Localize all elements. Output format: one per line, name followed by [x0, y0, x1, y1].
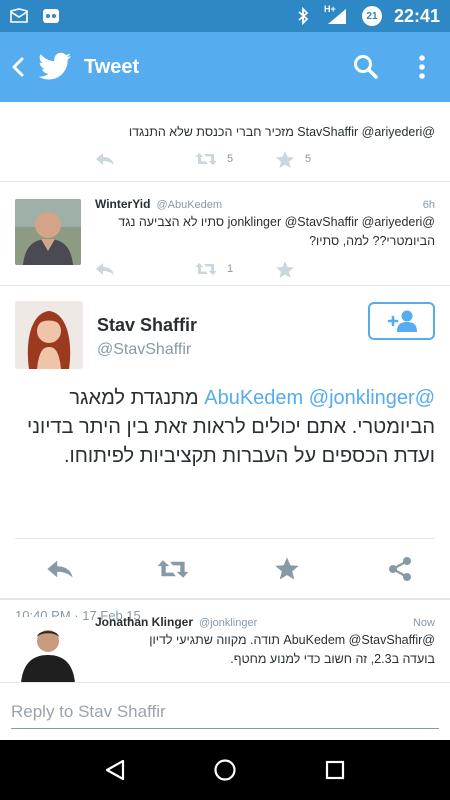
tweet-text: @StavShaffir @ariyederi מזכיר חברי הכנסת…	[128, 125, 435, 139]
retweet-icon	[195, 263, 217, 275]
nav-home-button[interactable]	[201, 746, 249, 794]
reply-icon	[96, 153, 114, 165]
signal-icon: H+	[324, 4, 350, 24]
status-bar: H+ 21 22:41	[0, 0, 450, 32]
author-name[interactable]: WinterYid	[95, 197, 150, 211]
share-icon	[388, 556, 411, 581]
nav-back-button[interactable]	[91, 746, 139, 794]
retweet-count: 5	[227, 153, 234, 165]
bluetooth-icon	[294, 7, 312, 25]
retweet-button[interactable]: 1	[195, 262, 275, 276]
star-icon	[274, 557, 299, 580]
favorite-button[interactable]	[275, 260, 295, 279]
avatar[interactable]	[15, 617, 81, 682]
tweet-item[interactable]: WinterYid @AbuKedem 6h @jonklinger @Stav…	[0, 183, 450, 286]
conversation-list[interactable]: @StavShaffir @ariyederi מזכיר חברי הכנסת…	[0, 102, 450, 682]
author-handle[interactable]: @StavShaffir	[97, 341, 191, 359]
reply-button[interactable]	[95, 152, 195, 166]
tweet-time: 6h	[422, 199, 435, 211]
author-name[interactable]: Jonathan Klinger	[95, 615, 193, 629]
search-icon	[354, 55, 378, 79]
retweet-icon	[158, 559, 189, 578]
favorite-count: 5	[305, 153, 312, 165]
clock: 22:41	[393, 5, 440, 26]
star-icon	[276, 260, 294, 278]
app-bar: Tweet	[0, 32, 450, 102]
more-vertical-icon	[419, 55, 425, 79]
reply-icon	[47, 560, 73, 577]
retweet-button[interactable]: 5	[195, 152, 275, 166]
back-triangle-icon	[105, 759, 125, 781]
tweet-action-bar	[0, 539, 450, 599]
reply-icon	[96, 263, 114, 275]
system-navigation-bar	[0, 740, 450, 800]
reply-input[interactable]	[11, 695, 439, 729]
twitter-bird-icon	[38, 52, 72, 82]
nav-recents-button[interactable]	[311, 746, 359, 794]
reply-button[interactable]	[95, 262, 195, 276]
page-title: Tweet	[84, 55, 140, 78]
tweet-item[interactable]: @StavShaffir @ariyederi מזכיר חברי הכנסת…	[0, 102, 450, 182]
author-handle[interactable]: @jonklinger	[199, 617, 257, 629]
privacy-mask-icon	[42, 8, 60, 24]
retweet-button[interactable]	[153, 558, 193, 580]
chevron-left-icon	[12, 57, 24, 77]
author-name[interactable]: Stav Shaffir	[97, 315, 197, 336]
reply-button[interactable]	[40, 559, 80, 579]
mail-notification-icon	[10, 8, 28, 24]
battery-indicator: 21	[361, 6, 382, 26]
tweet-item[interactable]: Jonathan Klinger @jonklinger Now @AbuKed…	[0, 600, 450, 682]
home-circle-icon	[214, 759, 236, 781]
tweet-text: @AbuKedem @jonklinger מתנגדת למאגר הביומ…	[27, 387, 435, 467]
tweet-time: Now	[412, 617, 435, 629]
avatar[interactable]	[15, 199, 81, 265]
search-button[interactable]	[338, 32, 394, 102]
retweet-count: 1	[227, 263, 234, 275]
tweet-text: @AbuKedem @StavShaffir תודה. מקווה שתגיע…	[149, 633, 435, 666]
avatar[interactable]	[15, 301, 83, 369]
share-button[interactable]	[380, 556, 420, 582]
favorite-button[interactable]	[267, 556, 307, 581]
recents-square-icon	[325, 760, 345, 780]
follow-button[interactable]	[368, 302, 435, 340]
overflow-menu-button[interactable]	[394, 32, 450, 102]
retweet-icon	[195, 153, 217, 165]
author-handle[interactable]: @AbuKedem	[156, 199, 222, 211]
reply-composer	[0, 682, 450, 740]
back-button[interactable]	[2, 32, 34, 102]
star-icon	[276, 150, 294, 168]
add-user-icon	[387, 310, 417, 332]
mention-link[interactable]: @jonklinger	[309, 387, 415, 409]
favorite-button[interactable]: 5	[275, 150, 311, 169]
tweet-text: @jonklinger @StavShaffir @ariyederi סתיו…	[118, 215, 435, 248]
